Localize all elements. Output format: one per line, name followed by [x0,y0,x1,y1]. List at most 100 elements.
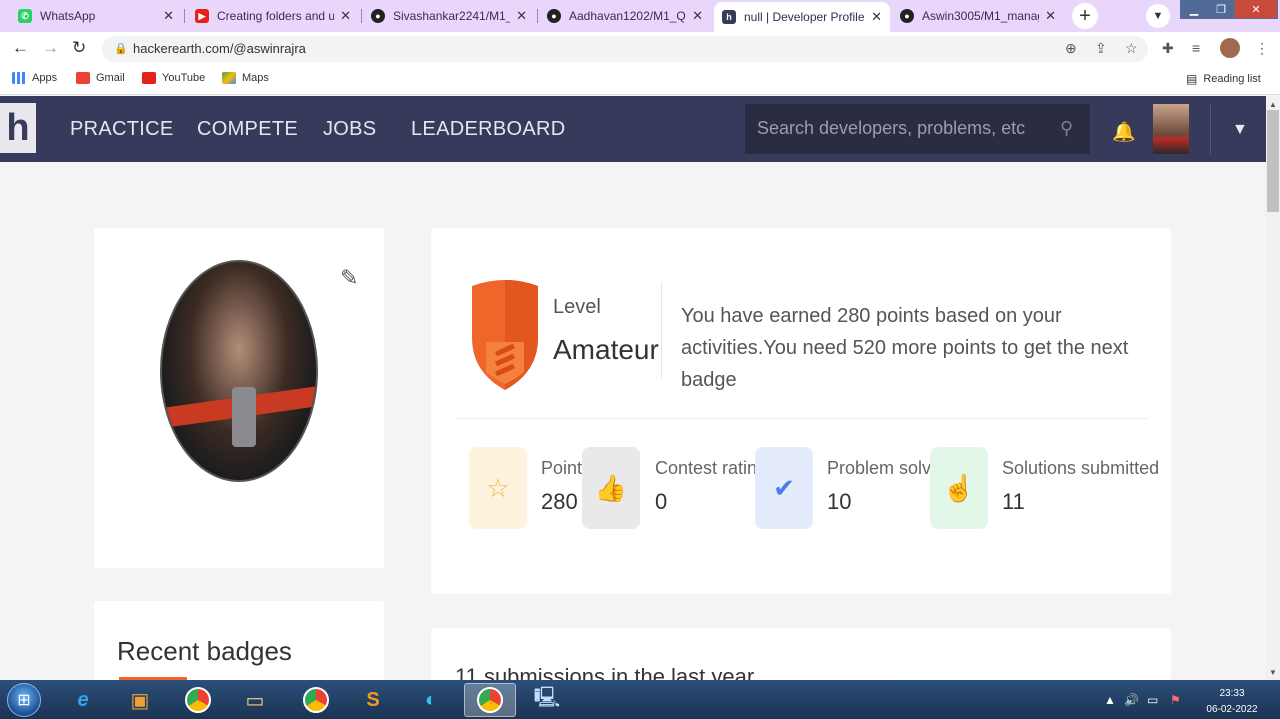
reading-list-button[interactable]: ▤ Reading list [1186,72,1261,86]
scrollbar-thumb[interactable] [1267,110,1279,212]
photo-phone [232,387,256,447]
solutions-submitted-value: 11 [1002,489,1025,514]
bookmark-maps[interactable]: Maps [222,72,269,84]
tab-youtube[interactable]: ▶ Creating folders and up ✕ [187,2,359,30]
media-player-icon[interactable]: ▣ [114,683,166,717]
close-tab-icon[interactable]: ✕ [692,8,703,24]
nav-jobs[interactable]: JOBS [323,118,376,141]
github-icon: ● [371,9,385,23]
media-queue-icon[interactable]: ≡ [1192,40,1200,56]
close-tab-icon[interactable]: ✕ [340,8,351,24]
submissions-title: 11 submissions in the last year [455,664,755,680]
youtube-icon [142,72,156,84]
maps-icon [222,72,236,84]
level-shield-icon [472,280,538,390]
scroll-up-arrow-icon[interactable]: ▲ [1269,100,1277,109]
bookmark-label: Gmail [96,72,125,84]
notification-bell-icon[interactable]: 🔔 [1112,120,1136,144]
gmail-icon [76,72,90,84]
volume-icon[interactable]: 🔊 [1124,693,1139,707]
clock-time: 23:33 [1219,688,1245,699]
network-icon[interactable]: ▭ [1147,693,1158,707]
edit-pencil-icon[interactable]: ✎ [340,265,358,291]
zoom-icon[interactable]: ⊕ [1065,40,1077,57]
extensions-icon[interactable]: ✚ [1162,40,1174,57]
check-badge-icon: ✔ [755,447,813,529]
bookmark-label: Apps [32,72,58,84]
tab-title: Sivashankar2241/M1_N [393,9,511,23]
tab-title: WhatsApp [40,9,96,23]
share-icon[interactable]: ⇪ [1095,40,1107,57]
file-explorer-icon[interactable]: ▭ [229,683,281,717]
submissions-clip: 11 submissions in the last year [431,628,1171,680]
close-tab-icon[interactable]: ✕ [516,8,527,24]
bookmark-star-icon[interactable]: ☆ [1125,40,1138,57]
chrome-icon[interactable] [172,683,224,717]
user-avatar[interactable] [1153,104,1189,154]
close-window-button[interactable]: ✕ [1234,0,1278,19]
nav-compete[interactable]: COMPETE [197,118,298,141]
tab-title: Aadhavan1202/M1_Qui [569,9,687,23]
browser-menu-icon[interactable]: ⋮ [1255,40,1269,57]
chevron-down-icon[interactable]: ▼ [1232,121,1248,139]
tab-whatsapp[interactable]: ✆ WhatsApp ✕ [10,2,182,30]
clock-date: 06-02-2022 [1206,704,1258,715]
forward-arrow-icon[interactable]: → [42,38,59,58]
hackerearth-logo[interactable]: h [0,103,36,153]
bookmark-gmail[interactable]: Gmail [76,72,125,84]
tab-separator [537,9,538,23]
close-tab-icon[interactable]: ✕ [163,8,174,24]
tab-github-sivashankar[interactable]: ● Sivashankar2241/M1_N ✕ [363,2,535,30]
edge-icon[interactable]: ◐ [405,683,457,717]
close-tab-icon[interactable]: ✕ [1045,8,1056,24]
close-tab-icon[interactable]: ✕ [871,9,882,25]
new-tab-button[interactable]: + [1072,3,1098,29]
header-divider [1210,104,1211,154]
start-button[interactable]: ⊞ [7,683,41,717]
recent-badges-title: Recent badges [117,636,292,666]
tab-title: null | Developer Profile [744,10,865,24]
scroll-down-arrow-icon[interactable]: ▼ [1269,668,1277,677]
hand-pointer-icon: ☝ [930,447,988,529]
sublime-text-icon[interactable]: S [347,683,399,717]
action-center-icon[interactable]: ⚑ [1170,693,1181,707]
tab-developer-profile[interactable]: h null | Developer Profile ✕ [714,2,890,32]
points-value: 280 [541,489,578,514]
solutions-submitted-label: Solutions submitted [1002,458,1160,478]
level-value: Amateur [553,334,659,365]
youtube-icon: ▶ [195,9,209,23]
url-text[interactable]: hackerearth.com/@aswinrajra [133,41,306,56]
reading-list-label: Reading list [1203,73,1261,85]
tab-title: Creating folders and up [217,9,335,23]
tab-search-chevron-icon[interactable]: ▼ [1146,4,1170,28]
reading-list-icon: ▤ [1186,72,1198,86]
bookmark-youtube[interactable]: YouTube [142,72,205,84]
chrome-active-icon[interactable] [464,683,516,717]
github-icon: ● [900,9,914,23]
stats-divider [455,418,1148,419]
bookmark-label: Maps [242,72,269,84]
contest-ratings-value: 0 [655,489,668,514]
apps-grid-icon [12,72,26,84]
tab-github-aswin[interactable]: ● Aswin3005/M1_manag ✕ [892,2,1064,30]
show-hidden-icons-icon[interactable]: ▲ [1104,693,1116,707]
level-card [431,228,1171,594]
minimize-button[interactable]: ▁ [1180,0,1208,19]
taskbar-clock[interactable]: 23:33 06-02-2022 [1195,686,1269,718]
chrome-profile-icon[interactable] [290,683,342,717]
nav-leaderboard[interactable]: LEADERBOARD [411,118,565,141]
bookmark-apps[interactable]: Apps [12,72,57,84]
hackerearth-icon: h [722,10,736,24]
level-divider [661,282,662,378]
remote-desktop-icon[interactable]: 🖳 [521,683,573,717]
search-icon[interactable]: ⚲ [1060,118,1073,139]
profile-avatar[interactable] [1220,38,1240,58]
internet-explorer-icon[interactable]: e [57,683,109,717]
profile-photo [160,260,318,482]
nav-practice[interactable]: PRACTICE [70,118,174,141]
maximize-button[interactable]: ❐ [1208,0,1234,19]
star-icon: ☆ [469,447,527,529]
tab-github-aadhavan[interactable]: ● Aadhavan1202/M1_Qui ✕ [539,2,711,30]
back-arrow-icon[interactable]: ← [12,38,29,58]
reload-icon[interactable]: ↻ [72,38,86,58]
